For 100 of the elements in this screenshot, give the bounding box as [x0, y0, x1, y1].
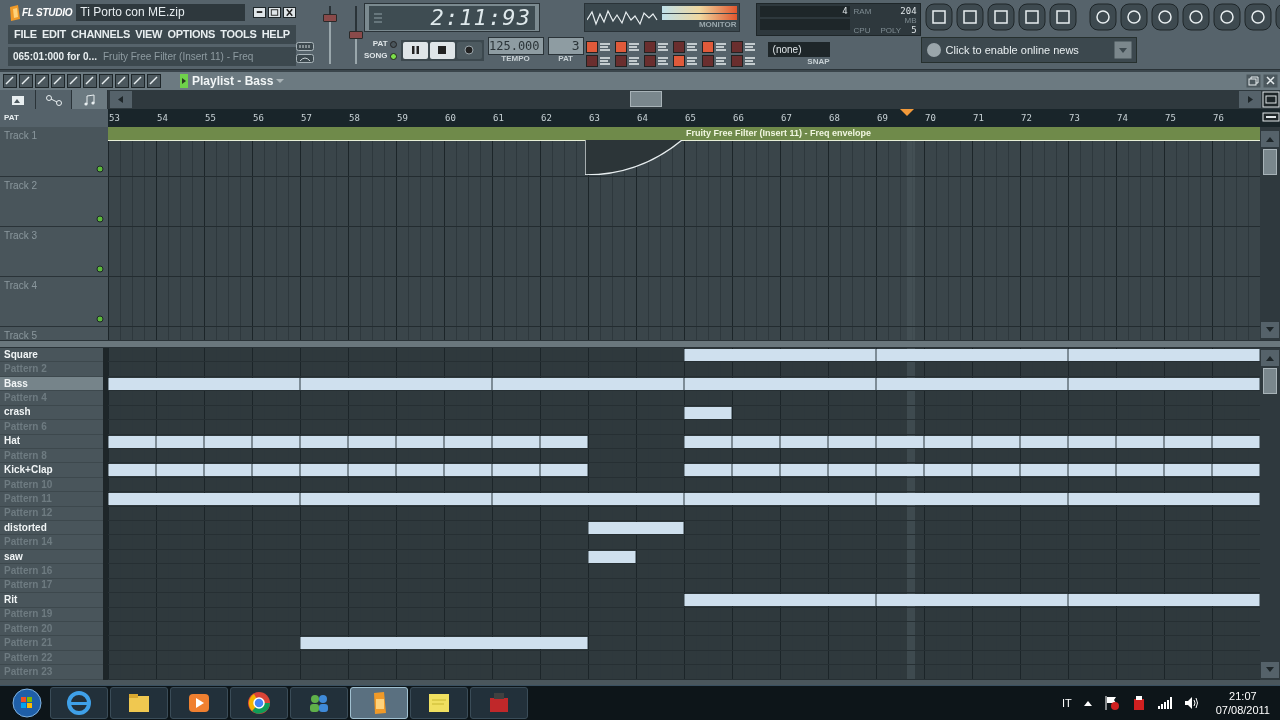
news-bar[interactable]: Click to enable online news: [920, 37, 1137, 63]
pattern-clip[interactable]: [876, 594, 1068, 607]
pattern-clip[interactable]: [1212, 464, 1260, 477]
pattern-clip[interactable]: [588, 550, 636, 563]
taskbar-app-button[interactable]: [50, 687, 108, 719]
flag-icon[interactable]: [1103, 695, 1120, 711]
pattern-clip[interactable]: [1116, 464, 1164, 477]
scroll-down-button[interactable]: [1261, 662, 1279, 678]
track-mute-icon[interactable]: [96, 165, 104, 173]
device-icon[interactable]: [1131, 695, 1146, 711]
restore-icon[interactable]: [1246, 74, 1261, 88]
vertical-scroll-thumb[interactable]: [1263, 368, 1277, 394]
maximize-button[interactable]: [268, 7, 281, 18]
pattern-clip[interactable]: [732, 464, 780, 477]
view-tab[interactable]: [0, 90, 36, 109]
snap-dropdown[interactable]: (none): [767, 42, 830, 57]
pattern-clip[interactable]: [684, 406, 732, 419]
pattern-clip[interactable]: [1068, 377, 1260, 390]
pattern-name[interactable]: crash: [4, 407, 31, 418]
pattern-clip[interactable]: [828, 464, 876, 477]
automation-clip[interactable]: [108, 127, 684, 175]
pattern-clip[interactable]: [300, 493, 492, 506]
menu-item[interactable]: CHANNELS: [71, 26, 130, 43]
pattern-clip[interactable]: [492, 377, 684, 390]
language-indicator[interactable]: IT: [1061, 694, 1072, 712]
tempo-display[interactable]: 125.000: [487, 37, 544, 55]
pattern-name[interactable]: Hat: [4, 436, 21, 447]
view-tab[interactable]: [72, 90, 108, 109]
menu-item[interactable]: TOOLS: [220, 26, 257, 43]
pattern-clip[interactable]: [156, 435, 204, 448]
play-pattern-icon[interactable]: [180, 74, 188, 88]
pattern-name[interactable]: Bass: [4, 378, 28, 389]
vertical-slider[interactable]: [322, 6, 338, 64]
pattern-clip[interactable]: [876, 464, 924, 477]
pattern-clip[interactable]: [348, 464, 396, 477]
pattern-clip[interactable]: [684, 435, 732, 448]
pattern-clip[interactable]: [780, 435, 828, 448]
track-mute-icon[interactable]: [96, 315, 104, 323]
pattern-clip[interactable]: [300, 377, 492, 390]
pattern-clip[interactable]: [1068, 493, 1260, 506]
pattern-clip[interactable]: [1068, 435, 1116, 448]
close-icon[interactable]: [1263, 74, 1278, 88]
scroll-up-button[interactable]: [1261, 131, 1279, 147]
pattern-clip[interactable]: [300, 637, 588, 650]
taskbar-app-button[interactable]: [410, 687, 468, 719]
show-hidden-icons-icon[interactable]: [1083, 700, 1092, 706]
pattern-number-display[interactable]: 3: [547, 37, 584, 55]
pattern-clip[interactable]: [588, 522, 684, 535]
pattern-clip[interactable]: [348, 435, 396, 448]
pattern-clip[interactable]: [492, 464, 540, 477]
pattern-clip[interactable]: [1068, 349, 1260, 361]
minimize-button[interactable]: [253, 7, 266, 18]
pattern-clip[interactable]: [108, 377, 300, 390]
signal-icon[interactable]: [1157, 697, 1172, 709]
menu-item[interactable]: OPTIONS: [167, 26, 215, 43]
pattern-clip[interactable]: [780, 464, 828, 477]
pattern-clip[interactable]: [444, 435, 492, 448]
pattern-name[interactable]: Square: [4, 349, 38, 360]
pattern-name[interactable]: saw: [4, 551, 23, 562]
pattern-clip[interactable]: [684, 349, 876, 361]
automation-clip[interactable]: Fruity Free Filter (Insert 11) - Freq envelope: [684, 127, 1260, 175]
pattern-clip[interactable]: [876, 349, 1068, 361]
small-keyboard-icon[interactable]: [296, 42, 314, 51]
pattern-clip[interactable]: [732, 435, 780, 448]
pattern-clip[interactable]: [972, 464, 1020, 477]
taskbar-app-button[interactable]: [290, 687, 348, 719]
pattern-clip[interactable]: [108, 493, 300, 506]
pattern-name[interactable]: distorted: [4, 522, 47, 533]
volume-icon[interactable]: [1183, 696, 1200, 710]
pattern-clip[interactable]: [1164, 435, 1212, 448]
pattern-clip[interactable]: [396, 464, 444, 477]
small-curve-icon[interactable]: [296, 54, 314, 63]
pattern-clip[interactable]: [1020, 464, 1068, 477]
pattern-clip[interactable]: [684, 377, 876, 390]
scroll-down-button[interactable]: [1261, 322, 1279, 338]
pattern-clip[interactable]: [684, 493, 876, 506]
pattern-clip[interactable]: [1116, 435, 1164, 448]
track-mute-icon[interactable]: [96, 215, 104, 223]
pattern-clip[interactable]: [876, 435, 924, 448]
menu-item[interactable]: FILE: [14, 26, 37, 43]
pattern-clip[interactable]: [540, 464, 588, 477]
menu-item[interactable]: VIEW: [135, 26, 163, 43]
mode-switch[interactable]: [389, 40, 397, 48]
pattern-clip[interactable]: [252, 435, 300, 448]
pattern-clip[interactable]: [492, 493, 684, 506]
record-button[interactable]: [456, 41, 482, 59]
pattern-clip[interactable]: [108, 464, 156, 477]
vertical-scroll-thumb[interactable]: [1263, 149, 1277, 175]
zoom-out-icon[interactable]: [1262, 109, 1280, 125]
pattern-clip[interactable]: [1020, 435, 1068, 448]
pattern-clip[interactable]: [492, 435, 540, 448]
pattern-clip[interactable]: [300, 464, 348, 477]
pattern-clip[interactable]: [684, 464, 732, 477]
pattern-clip[interactable]: [1068, 594, 1260, 607]
taskbar-app-button[interactable]: [110, 687, 168, 719]
pattern-clip[interactable]: [924, 435, 972, 448]
horizontal-scroll-thumb[interactable]: [630, 91, 662, 107]
splitter-bar[interactable]: [0, 340, 1280, 348]
start-button[interactable]: [12, 688, 42, 718]
menu-item[interactable]: HELP: [261, 26, 290, 43]
